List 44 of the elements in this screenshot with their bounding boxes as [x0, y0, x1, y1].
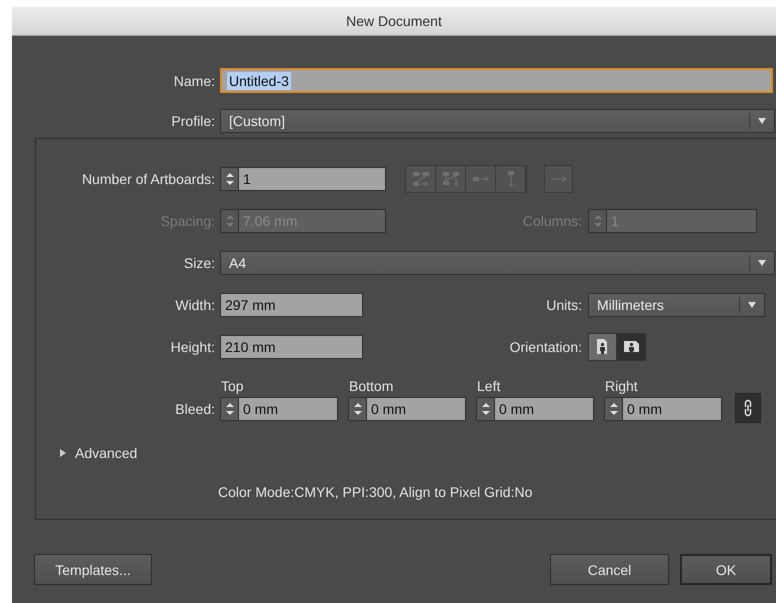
portrait-button[interactable]	[588, 332, 617, 360]
cancel-button[interactable]: Cancel	[550, 554, 669, 585]
spin-buttons[interactable]	[604, 397, 622, 421]
number-field[interactable]: 0 mm	[238, 397, 338, 421]
spin-buttons[interactable]	[348, 397, 366, 421]
field-heading: Bottom	[348, 378, 394, 394]
dropdown[interactable]: [Custom]	[220, 108, 775, 132]
link-button[interactable]	[735, 393, 761, 423]
ok-button[interactable]: OK	[680, 554, 772, 585]
document-summary: Color Mode:CMYK, PPI:300, Align to Pixel Grid:No	[218, 484, 534, 500]
text-field[interactable]: 297 mm	[220, 292, 363, 316]
arrange-by-column-icon	[506, 170, 514, 187]
arrange-by-row-icon	[472, 174, 489, 182]
field-heading: Top	[220, 378, 245, 394]
window-title: New Document	[346, 13, 442, 29]
dropdown[interactable]: A4	[220, 250, 775, 274]
caret-icon	[757, 116, 767, 124]
landscape-button[interactable]	[617, 332, 646, 360]
text-field[interactable]: 210 mm	[220, 334, 363, 358]
number-field[interactable]: 1	[238, 166, 386, 190]
spin-buttons[interactable]	[220, 166, 238, 190]
templates-button[interactable]: Templates...	[34, 554, 152, 585]
field-label: Width:	[174, 296, 215, 312]
caret-icon	[747, 300, 757, 308]
field-label: Name:	[172, 72, 215, 88]
spin-buttons[interactable]	[220, 397, 238, 421]
name-field[interactable]: Untitled-3	[220, 68, 773, 93]
field-label: Number of Artboards:	[80, 170, 215, 186]
field-label: Height:	[170, 338, 215, 354]
field-heading: Right	[604, 378, 639, 394]
number-field[interactable]: 0 mm	[494, 397, 594, 421]
field-heading: Left	[476, 378, 502, 394]
field-label: Bleed:	[174, 400, 215, 419]
disclosure-triangle-icon[interactable]	[59, 448, 67, 458]
field-label: Size:	[182, 254, 215, 270]
number-field[interactable]: 0 mm	[366, 397, 466, 421]
spin-buttons[interactable]	[476, 397, 494, 421]
field-label: Orientation:	[508, 338, 582, 354]
chain-link-icon	[743, 399, 753, 417]
field-label: Units:	[545, 296, 582, 312]
advanced-toggle[interactable]: Advanced	[75, 445, 138, 461]
dropdown[interactable]: Millimeters	[588, 292, 765, 316]
number-field[interactable]: 0 mm	[622, 397, 722, 421]
caret-icon	[757, 258, 767, 266]
